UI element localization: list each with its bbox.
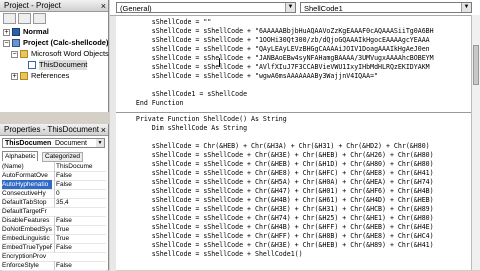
expand-icon[interactable]: + xyxy=(11,72,18,80)
code-line[interactable]: sShellCode = sShellCode + Chr(&HE8) + Ch… xyxy=(120,169,434,178)
tree-item-project[interactable]: − Project (Calc-shellcode) xyxy=(3,38,108,48)
tree-item-label: Project (Calc-shellcode) xyxy=(23,38,109,47)
properties-pane: Properties - ThisDocument × ThisDocumen … xyxy=(0,124,109,271)
property-name: DefaultTabStop xyxy=(2,199,47,206)
tree-item-label: ThisDocument xyxy=(39,60,88,70)
property-name: AutoHyphenatio xyxy=(2,180,52,189)
tab-alphabetic[interactable]: Alphabetic xyxy=(2,151,39,161)
collapse-icon[interactable]: − xyxy=(3,39,10,47)
margin-indicator-bar xyxy=(110,16,116,271)
close-icon[interactable]: × xyxy=(101,0,106,12)
property-name: EnforceStyle xyxy=(2,262,39,269)
code-line[interactable]: Private Function ShellCode() As String xyxy=(120,115,287,124)
folder-icon xyxy=(20,72,28,80)
toggle-folders-button[interactable] xyxy=(33,13,46,24)
vertical-scrollbar[interactable] xyxy=(471,15,480,270)
property-value[interactable]: False xyxy=(54,171,108,180)
tree-item-label: References xyxy=(31,71,70,80)
tree-item-word-objects[interactable]: − Microsoft Word Objects xyxy=(11,49,109,59)
object-selector[interactable]: ThisDocumen Document ▼ xyxy=(2,138,105,148)
code-line[interactable]: sShellCode = sShellCode + Chr(&H3E) + Ch… xyxy=(120,151,434,160)
code-line[interactable]: sShellCode = sShellCode + Chr(&HFF) + Ch… xyxy=(120,232,434,241)
property-value[interactable]: True xyxy=(54,225,108,234)
code-line[interactable]: sShellCode = sShellCode + "AVlfXIuJ7F3CC… xyxy=(120,63,430,72)
object-name: ThisDocumen xyxy=(5,140,52,147)
code-line[interactable]: sShellCode1 = sShellCode xyxy=(120,90,247,99)
project-pane-title: Project - Project × xyxy=(0,0,108,12)
tab-categorized[interactable]: Categorized xyxy=(42,152,84,162)
tree-item-label: Normal xyxy=(23,27,49,36)
object-dropdown[interactable]: (General) ▼ xyxy=(116,2,296,13)
tree-item-references[interactable]: + References xyxy=(11,71,69,81)
property-name: DoNotEmbedSys xyxy=(2,226,52,233)
property-value[interactable]: False xyxy=(54,180,108,189)
code-line[interactable]: sShellCode = sShellCode + "6AAAAABbjbHuA… xyxy=(120,27,434,36)
code-line[interactable]: sShellCode = sShellCode + Chr(&H5A) + Ch… xyxy=(120,178,434,187)
tree-item-thisdocument[interactable]: ThisDocument xyxy=(28,60,88,70)
code-line[interactable]: sShellCode = Chr(&HEB) + Chr(&H3A) + Chr… xyxy=(120,142,430,151)
code-line[interactable]: sShellCode = sShellCode + Chr(&HEB) + Ch… xyxy=(120,160,434,169)
procedure-dropdown[interactable]: ShellCode1 ▼ xyxy=(300,2,472,13)
code-line[interactable]: sShellCode = "" xyxy=(120,18,212,27)
code-line[interactable]: sShellCode = sShellCode + "QAyLEAyLEVzBH… xyxy=(120,45,430,54)
expand-icon[interactable]: + xyxy=(3,28,10,36)
property-value[interactable]: 35,4 xyxy=(54,198,108,207)
property-name: EncryptionProv xyxy=(2,253,47,260)
chevron-down-icon[interactable]: ▼ xyxy=(461,3,471,12)
code-line[interactable]: sShellCode = sShellCode + Chr(&H74) + Ch… xyxy=(120,214,434,223)
project-icon xyxy=(12,39,20,47)
property-name: EmbedLinguistic xyxy=(2,235,50,242)
property-value[interactable]: False xyxy=(54,261,108,270)
tree-item-label: Microsoft Word Objects xyxy=(31,49,109,58)
property-name: DefaultTargetFr xyxy=(2,208,47,215)
object-type: Document xyxy=(55,140,87,147)
code-line[interactable]: sShellCode = sShellCode + Chr(&H4B) + Ch… xyxy=(120,223,434,232)
code-line[interactable]: sShellCode = sShellCode + ShellCode1() xyxy=(120,250,303,259)
property-value[interactable]: ThisDocume xyxy=(54,162,108,171)
procedure-separator xyxy=(116,112,472,113)
code-line[interactable]: sShellCode = sShellCode + "JANBAoEBw4syN… xyxy=(120,54,434,63)
scrollbar-thumb[interactable] xyxy=(473,45,479,85)
procedure-dropdown-value: ShellCode1 xyxy=(304,4,343,13)
property-name: AutoFormatOve xyxy=(2,172,48,179)
property-value[interactable]: True xyxy=(54,234,108,243)
document-icon xyxy=(28,61,36,69)
code-line[interactable]: sShellCode = sShellCode + Chr(&H4B) + Ch… xyxy=(120,196,434,205)
code-line[interactable]: sShellCode = sShellCode + "1OOHi30Qt300/… xyxy=(120,36,430,45)
code-line[interactable]: sShellCode = sShellCode + Chr(&H3E) + Ch… xyxy=(120,241,434,250)
property-value[interactable]: 0 xyxy=(54,189,108,198)
code-line[interactable]: sShellCode = sShellCode + Chr(&H3E) + Ch… xyxy=(120,205,434,214)
property-value[interactable]: False xyxy=(54,216,108,225)
code-line[interactable]: End Function xyxy=(120,99,184,108)
property-name: (Name) xyxy=(2,163,24,170)
properties-pane-title: Properties - ThisDocument × xyxy=(0,124,108,136)
folder-icon xyxy=(20,50,28,58)
code-line[interactable]: sShellCode = sShellCode + "wgwA6msAAAAAA… xyxy=(120,72,378,81)
property-name: EmbedTrueTypeF xyxy=(2,244,52,251)
project-explorer-pane: Project - Project × + Normal − Project (… xyxy=(0,0,109,112)
text-cursor xyxy=(219,58,220,67)
view-code-button[interactable] xyxy=(3,13,16,24)
code-line[interactable]: sShellCode = sShellCode + Chr(&H47) + Ch… xyxy=(120,187,434,196)
property-name: ConsecutiveHy xyxy=(2,190,46,197)
project-pane-title-text: Project - Project xyxy=(4,1,61,10)
view-object-button[interactable] xyxy=(18,13,31,24)
close-icon[interactable]: × xyxy=(101,124,106,136)
code-editor[interactable]: sShellCode = "" sShellCode = sShellCode … xyxy=(110,15,472,271)
tree-item-normal[interactable]: + Normal xyxy=(3,27,49,37)
code-window: (General) ▼ ShellCode1 ▼ sShellCode = ""… xyxy=(110,0,480,271)
property-value[interactable]: False xyxy=(54,243,108,252)
collapse-icon[interactable]: − xyxy=(11,50,18,58)
word-project-icon xyxy=(12,28,20,36)
chevron-down-icon[interactable]: ▼ xyxy=(285,3,295,12)
object-dropdown-value: (General) xyxy=(120,4,152,13)
properties-pane-title-text: Properties - ThisDocument xyxy=(4,125,99,134)
property-name: DisableFeatures xyxy=(2,217,50,224)
chevron-down-icon[interactable]: ▼ xyxy=(96,139,104,147)
code-line[interactable]: Dim sShellCode As String xyxy=(120,124,247,133)
